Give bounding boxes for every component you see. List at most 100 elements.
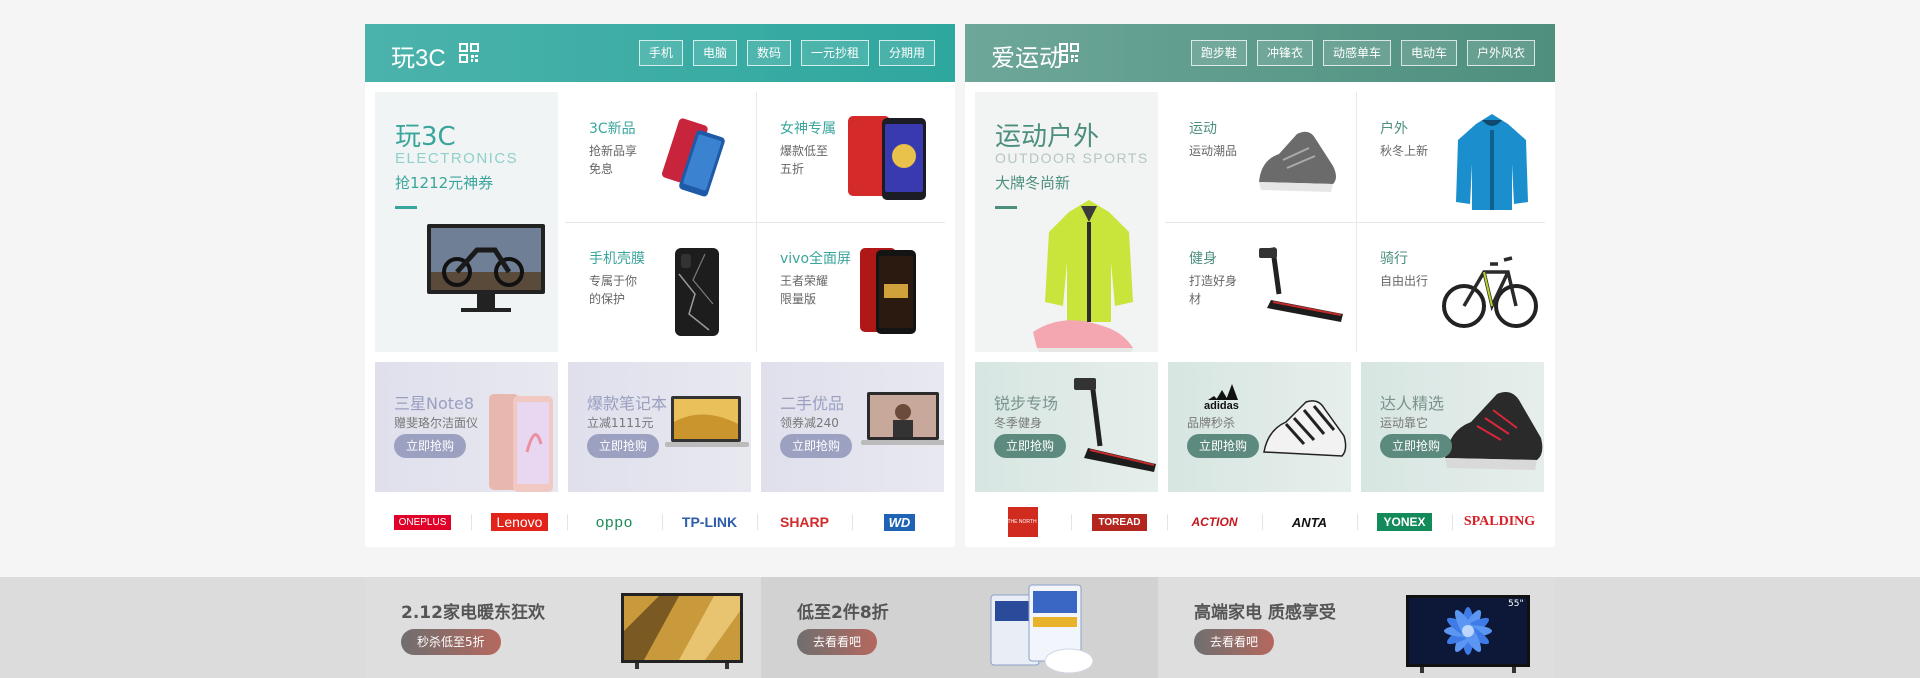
tag-link[interactable]: 分期用 <box>878 40 935 66</box>
bicycle-image <box>1442 256 1538 328</box>
phone-image <box>662 118 725 197</box>
tag-link[interactable]: 电动车 <box>1400 40 1457 66</box>
brand-logo[interactable]: THE NORTH FACE <box>975 507 1070 537</box>
cell-title: 户外 <box>1380 121 1408 137</box>
cell-desc: 打造好身材 <box>1189 274 1238 306</box>
promo-card[interactable]: 二手优品 领券减240 立即抢购 <box>761 362 944 492</box>
brand-logo[interactable]: ACTION <box>1167 510 1262 534</box>
tag-link[interactable]: 冲锋衣 <box>1256 40 1313 66</box>
brand-logo[interactable]: SPALDING <box>1452 510 1547 534</box>
feature-subtitle: 抢1212元神券 <box>395 174 494 192</box>
cell-desc: 爆款低至五折 <box>780 144 829 176</box>
promo-card[interactable]: 三星Note8 赠斐珞尔洁面仪 立即抢购 <box>375 362 558 492</box>
promo-card[interactable]: adidas 品牌秒杀 立即抢购 <box>1168 362 1351 492</box>
adidas-logo-text: adidas <box>1204 400 1239 412</box>
buy-now-button[interactable]: 立即抢购 <box>394 434 467 458</box>
promo-card[interactable]: 爆款笔记本 立减1111元 立即抢购 <box>568 362 751 492</box>
brand-text: ACTION <box>1191 515 1238 529</box>
shoe-image <box>1259 131 1336 192</box>
promo-subtitle: 运动靠它 <box>1380 416 1429 430</box>
brand-text: WD <box>883 513 916 531</box>
phone-image <box>860 248 916 334</box>
grid-cell[interactable]: 手机壳膜 专属于你的保护 <box>565 222 753 352</box>
treadmill-image <box>1074 378 1156 472</box>
brand-logo[interactable]: YONEX <box>1357 510 1452 534</box>
buy-now-button[interactable]: 立即抢购 <box>587 434 660 458</box>
brand-logo[interactable]: oppo <box>567 510 662 534</box>
promo-subtitle: 立减1111元 <box>587 416 654 430</box>
diaper-pack-image <box>990 584 1094 674</box>
header-tags: 跑步鞋 冲锋衣 动感单车 电动车 户外风衣 <box>1190 40 1535 66</box>
promo-subtitle: 赠斐珞尔洁面仪 <box>394 416 479 430</box>
tag-link[interactable]: 一元抄租 <box>800 40 869 66</box>
cell-desc: 抢新品享免息 <box>589 144 638 176</box>
brand-logo[interactable]: SHARP <box>757 510 852 534</box>
laptop-image <box>665 396 749 447</box>
brand-logo[interactable]: ONEPLUS <box>375 510 470 534</box>
grid-cell[interactable]: 户外 秋冬上新 <box>1356 92 1544 222</box>
cell-desc: 秋冬上新 <box>1380 144 1429 158</box>
buy-now-button[interactable]: 立即抢购 <box>1187 434 1260 458</box>
feature-subtitle-en: ELECTRONICS <box>395 150 519 167</box>
cell-title: 手机壳膜 <box>589 251 645 267</box>
banner-button[interactable]: 秒杀低至5折 <box>401 629 501 655</box>
promo-card[interactable]: 锐步专场 冬季健身 立即抢购 <box>975 362 1158 492</box>
tag-link[interactable]: 手机 <box>638 40 683 66</box>
floor-container: 玩3C 手机 电脑 数码 一元抄租 分期用 玩3C ELECTRONICS 抢1… <box>365 24 1555 547</box>
tag-link[interactable]: 跑步鞋 <box>1190 40 1247 66</box>
panel-title: 爱运动 <box>991 45 1063 72</box>
buy-now-button[interactable]: 立即抢购 <box>994 434 1067 458</box>
cell-desc: 王者荣耀限量版 <box>780 274 829 306</box>
phone-image <box>848 116 926 200</box>
panel-sports: 爱运动 跑步鞋 冲锋衣 动感单车 电动车 户外风衣 运动户外 OUTDOOR S… <box>965 24 1555 547</box>
grid-divider <box>1165 222 1545 223</box>
buy-now-button[interactable]: 立即抢购 <box>780 434 853 458</box>
brand-text: TOREAD <box>1092 513 1147 531</box>
feature-subtitle: 大牌冬尚新 <box>995 174 1071 192</box>
qr-code-icon[interactable] <box>459 43 479 63</box>
promo-title: 达人精选 <box>1380 394 1445 413</box>
promo-card[interactable]: 达人精选 运动靠它 立即抢购 <box>1361 362 1544 492</box>
feature-divider <box>395 206 417 209</box>
grid-cell[interactable]: 女神专属 爆款低至五折 <box>756 92 944 222</box>
bottom-banner[interactable]: 2.12家电暖东狂欢 秒杀低至5折 <box>365 577 761 678</box>
promo-subtitle: 领券减240 <box>780 416 839 430</box>
grid-cell[interactable]: vivo全面屏 王者荣耀限量版 <box>756 222 944 352</box>
bottom-banner[interactable]: 高端家电 质感享受 去看看吧 55" <box>1158 577 1555 678</box>
tag-link[interactable]: 数码 <box>746 40 791 66</box>
cell-title: 骑行 <box>1380 251 1408 267</box>
grid-cell[interactable]: 3C新品 抢新品享免息 <box>565 92 753 222</box>
cell-title: 健身 <box>1189 251 1217 267</box>
feature-card[interactable]: 运动户外 OUTDOOR SPORTS 大牌冬尚新 <box>975 92 1158 352</box>
banner-button[interactable]: 去看看吧 <box>1194 629 1275 655</box>
phone-image <box>489 394 553 492</box>
feature-title: 运动户外 <box>995 122 1100 152</box>
tv-image <box>621 593 743 669</box>
brand-logo[interactable]: Lenovo <box>472 510 567 534</box>
treadmill-image <box>1259 247 1343 322</box>
jacket-image <box>1456 114 1528 210</box>
tag-link[interactable]: 户外风衣 <box>1466 40 1535 66</box>
cell-desc: 专属于你的保护 <box>589 274 638 306</box>
cell-title: 3C新品 <box>589 121 636 137</box>
brand-logo[interactable]: TOREAD <box>1072 510 1167 534</box>
feature-card[interactable]: 玩3C ELECTRONICS 抢1212元神券 <box>375 92 558 352</box>
header-tags: 手机 电脑 数码 一元抄租 分期用 <box>638 40 935 66</box>
jacket-image <box>1033 200 1133 352</box>
banner-title: 高端家电 质感享受 <box>1194 603 1336 623</box>
brand-logo[interactable]: TP-LINK <box>662 510 757 534</box>
cell-title: vivo全面屏 <box>780 251 852 267</box>
brand-logo[interactable]: WD <box>852 510 947 534</box>
grid-cell[interactable]: 骑行 自由出行 <box>1356 222 1544 352</box>
grid-cell[interactable]: 运动 运动潮品 <box>1165 92 1353 222</box>
banner-button[interactable]: 去看看吧 <box>797 629 878 655</box>
grid-cell[interactable]: 健身 打造好身材 <box>1165 222 1353 352</box>
tag-link[interactable]: 电脑 <box>692 40 737 66</box>
bottom-banner[interactable]: 低至2件8折 去看看吧 <box>761 577 1158 678</box>
phone-case-image <box>675 248 719 336</box>
buy-now-button[interactable]: 立即抢购 <box>1380 434 1453 458</box>
tag-link[interactable]: 动感单车 <box>1322 40 1391 66</box>
qr-code-icon[interactable] <box>1059 43 1079 63</box>
brand-logo[interactable]: ANTA <box>1262 510 1357 534</box>
feature-divider <box>995 206 1017 209</box>
